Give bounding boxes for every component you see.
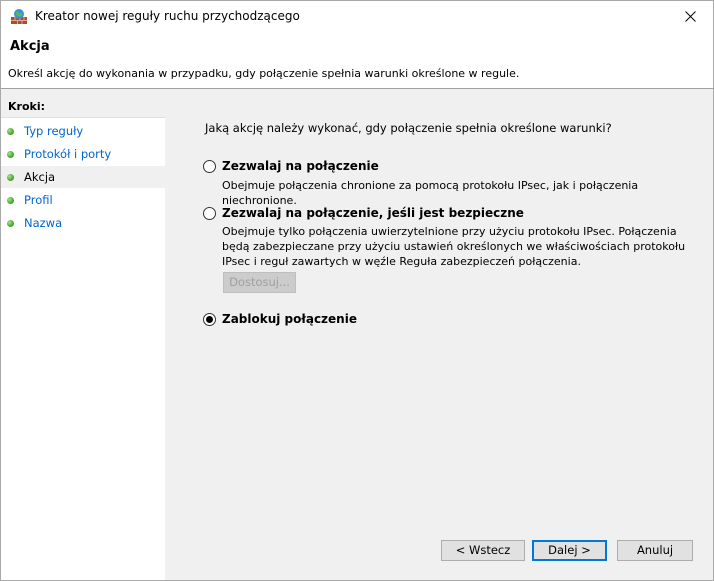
steps-heading-label: Kroki: bbox=[8, 100, 45, 113]
close-icon bbox=[685, 11, 696, 22]
firewall-wall-icon bbox=[10, 8, 28, 25]
cancel-button[interactable]: Anuluj bbox=[617, 540, 693, 561]
page-title: Akcja bbox=[10, 39, 50, 54]
steps-heading: Kroki: bbox=[1, 97, 165, 118]
step-profil[interactable]: Profil bbox=[1, 189, 165, 211]
back-button[interactable]: < Wstecz bbox=[441, 540, 525, 561]
block-connection-radio[interactable] bbox=[203, 313, 216, 326]
step-status-dot-icon bbox=[7, 197, 14, 204]
steps-sidebar: Kroki: Typ reguły Protokół i porty Akcja… bbox=[1, 97, 165, 580]
step-label: Akcja bbox=[24, 170, 56, 184]
allow-secure-connection-radio[interactable] bbox=[203, 207, 216, 220]
step-protokol-i-porty[interactable]: Protokół i porty bbox=[1, 143, 165, 165]
content-panel: Jaką akcję należy wykonać, gdy połączeni… bbox=[169, 97, 713, 580]
step-akcja[interactable]: Akcja bbox=[1, 166, 165, 188]
page-header: Akcja Określ akcję do wykonania w przypa… bbox=[1, 32, 713, 89]
allow-secure-connection-label[interactable]: Zezwalaj na połączenie, jeśli jest bezpi… bbox=[222, 206, 524, 220]
page-description: Określ akcję do wykonania w przypadku, g… bbox=[8, 67, 520, 80]
wizard-window: Kreator nowej reguły ruchu przychodząceg… bbox=[0, 0, 714, 581]
customize-button[interactable]: Dostosuj... bbox=[223, 272, 296, 293]
window-title: Kreator nowej reguły ruchu przychodząceg… bbox=[35, 9, 300, 23]
step-status-dot-icon bbox=[7, 128, 14, 135]
allow-connection-radio[interactable] bbox=[203, 160, 216, 173]
title-bar[interactable]: Kreator nowej reguły ruchu przychodząceg… bbox=[1, 1, 713, 32]
step-label: Profil bbox=[24, 193, 53, 207]
next-button[interactable]: Dalej > bbox=[532, 540, 607, 561]
allow-secure-connection-description: Obejmuje tylko połączenia uwierzytelnion… bbox=[222, 225, 686, 268]
step-status-dot-icon bbox=[7, 220, 14, 227]
step-label: Protokół i porty bbox=[24, 147, 112, 161]
close-button[interactable] bbox=[667, 1, 713, 32]
step-typ-reguly[interactable]: Typ reguły bbox=[1, 120, 165, 142]
step-label: Nazwa bbox=[24, 216, 63, 230]
block-connection-label[interactable]: Zablokuj połączenie bbox=[222, 312, 357, 326]
step-nazwa[interactable]: Nazwa bbox=[1, 212, 165, 234]
action-question: Jaką akcję należy wykonać, gdy połączeni… bbox=[205, 121, 612, 135]
step-label: Typ reguły bbox=[24, 124, 84, 138]
allow-connection-description: Obejmuje połączenia chronione za pomocą … bbox=[222, 179, 639, 207]
allow-connection-label[interactable]: Zezwalaj na połączenie bbox=[222, 159, 379, 173]
step-status-dot-icon bbox=[7, 151, 14, 158]
step-status-dot-icon bbox=[7, 174, 14, 181]
